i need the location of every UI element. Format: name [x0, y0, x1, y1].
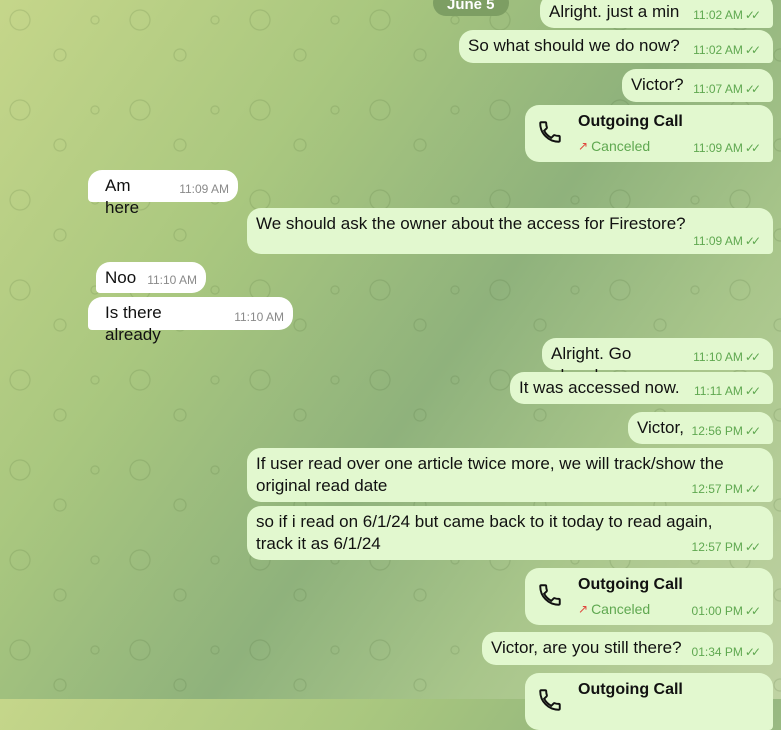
message-time: 12:56 PM [691, 424, 743, 438]
message-bubble[interactable]: Is there already 11:10 AM [88, 297, 293, 344]
message-bubble[interactable]: Noo 11:10 AM [96, 262, 206, 293]
call-title: Outgoing Call [578, 113, 683, 130]
message-meta: 12:57 PM ✓✓ [691, 478, 762, 500]
double-check-icon: ✓✓ [744, 8, 761, 22]
message-bubble[interactable]: Am here 11:09 AM [88, 170, 238, 217]
message-bubble[interactable]: Victor, are you still there? 01:34 PM ✓✓ [482, 632, 773, 665]
phone-icon [539, 584, 561, 606]
double-check-icon: ✓✓ [744, 141, 761, 155]
double-check-icon: ✓✓ [744, 384, 761, 398]
date-separator: June 5 [433, 0, 509, 16]
message-time: 11:09 AM [693, 141, 743, 155]
call-message[interactable]: Outgoing Call ↗ Canceled 11:09 AM ✓✓ [525, 105, 773, 162]
call-status-text: Canceled [591, 138, 651, 154]
call-status: ↗ Canceled [578, 135, 650, 157]
message-time: 11:10 AM [693, 350, 743, 364]
message-meta: 11:11 AM ✓✓ [694, 380, 761, 402]
double-check-icon: ✓✓ [744, 540, 761, 554]
outgoing-arrow-icon: ↗ [578, 602, 589, 616]
message-time: 12:57 PM [691, 540, 743, 554]
message-time: 11:02 AM [693, 8, 743, 22]
double-check-icon: ✓✓ [744, 424, 761, 438]
double-check-icon: ✓✓ [744, 82, 761, 96]
double-check-icon: ✓✓ [744, 604, 761, 618]
message-bubble[interactable]: Victor? 11:07 AM ✓✓ [622, 69, 773, 102]
call-message[interactable]: Outgoing Call [525, 673, 773, 730]
message-meta: 11:09 AM ✓✓ [693, 137, 761, 159]
message-bubble[interactable]: Alright. Go ahead 11:10 AM✓✓ [542, 338, 773, 385]
message-time: 11:11 AM [693, 384, 743, 398]
message-time: 11:09 AM [693, 234, 743, 248]
message-meta: 11:10 AM [147, 269, 197, 291]
call-message[interactable]: Outgoing Call ↗ Canceled 01:00 PM ✓✓ [525, 568, 773, 625]
message-bubble[interactable]: We should ask the owner about the access… [247, 208, 773, 254]
message-bubble[interactable]: Alright. just a min 11:02 AM ✓✓ [540, 0, 773, 28]
double-check-icon: ✓✓ [744, 234, 761, 248]
phone-icon [539, 689, 561, 711]
message-time: 12:57 PM [691, 482, 743, 496]
message-meta: 11:10 AM ✓✓ [693, 346, 761, 368]
phone-icon [539, 121, 561, 143]
message-time: 11:10 AM [147, 273, 197, 287]
double-check-icon: ✓✓ [744, 482, 761, 496]
message-time: 11:10 AM [234, 310, 284, 324]
message-meta: 01:00 PM ✓✓ [691, 600, 762, 622]
message-meta: 11:10 AM [234, 306, 284, 328]
message-meta: 12:56 PM ✓✓ [691, 420, 762, 442]
double-check-icon: ✓✓ [744, 645, 761, 659]
message-time: 11:09 AM [179, 182, 229, 196]
message-time: 01:34 PM [691, 645, 743, 659]
message-meta: 11:09 AM ✓✓ [693, 230, 761, 252]
message-meta: 01:34 PM ✓✓ [691, 641, 762, 663]
call-status: ↗ Canceled [578, 598, 650, 620]
call-title: Outgoing Call [578, 681, 683, 698]
message-time: 11:07 AM [693, 82, 743, 96]
double-check-icon: ✓✓ [744, 350, 761, 364]
message-meta: 11:02 AM ✓✓ [693, 39, 761, 61]
message-bubble[interactable]: It was accessed now. 11:11 AM ✓✓ [510, 372, 773, 404]
message-meta: 11:02 AM ✓✓ [693, 4, 761, 26]
call-title: Outgoing Call [578, 576, 683, 593]
message-bubble[interactable]: If user read over one article twice more… [247, 448, 773, 502]
message-meta: 11:07 AM ✓✓ [693, 78, 761, 100]
message-bubble[interactable]: So what should we do now? 11:02 AM ✓✓ [459, 30, 773, 63]
message-bubble[interactable]: Victor, 12:56 PM ✓✓ [628, 412, 773, 444]
outgoing-arrow-icon: ↗ [578, 139, 589, 153]
double-check-icon: ✓✓ [744, 43, 761, 57]
call-status-text: Canceled [591, 601, 651, 617]
message-meta: 11:09 AM [179, 178, 229, 200]
message-time: 11:02 AM [693, 43, 743, 57]
message-bubble[interactable]: so if i read on 6/1/24 but came back to … [247, 506, 773, 560]
message-time: 01:00 PM [691, 604, 743, 618]
message-meta: 12:57 PM ✓✓ [691, 536, 762, 558]
